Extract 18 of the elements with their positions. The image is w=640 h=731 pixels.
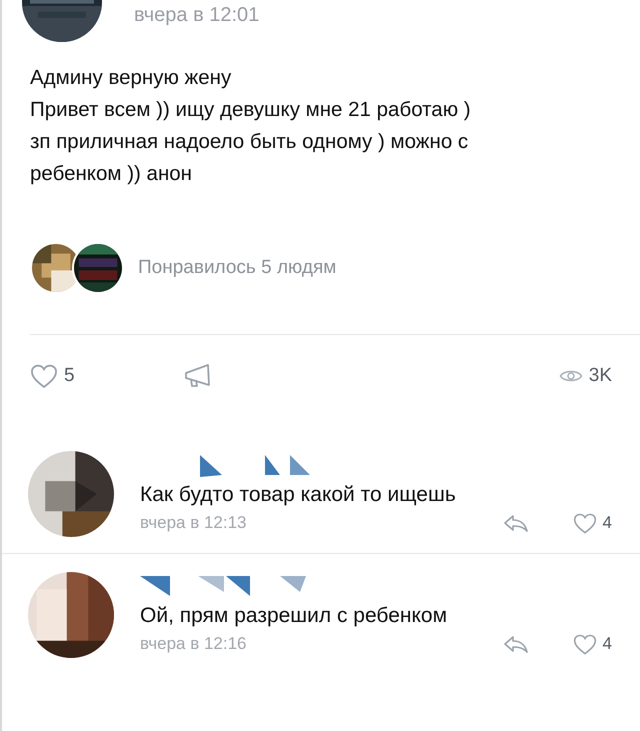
comment-text: Ой, прям разрешил с ребенком	[140, 604, 448, 628]
post-text: Админу верную жену Привет всем )) ищу девушку мне 21 работаю ) зп приличная надоело быть одному ) можно с ребенком )) анон	[30, 65, 472, 187]
comment-text: Как будто товар какой то ищешь	[140, 483, 457, 507]
liked-by-link[interactable]: Понравилось 5 людям	[138, 257, 336, 279]
like-count: 5	[64, 365, 75, 387]
comment-like-count: 4	[602, 634, 612, 654]
heart-icon[interactable]	[572, 634, 597, 655]
megaphone-icon[interactable]	[182, 363, 213, 389]
heart-icon[interactable]	[572, 513, 597, 534]
post-time: вчера в 12:01	[134, 4, 260, 27]
heart-icon[interactable]	[30, 364, 58, 388]
reply-icon[interactable]	[502, 513, 529, 534]
comment-like-count: 4	[602, 513, 612, 534]
eye-icon	[558, 368, 583, 384]
view-count: 3K	[588, 365, 612, 387]
comment-time: вчера в 12:16	[140, 634, 247, 654]
comment-time: вчера в 12:13	[140, 513, 247, 534]
reply-icon[interactable]	[502, 634, 529, 654]
